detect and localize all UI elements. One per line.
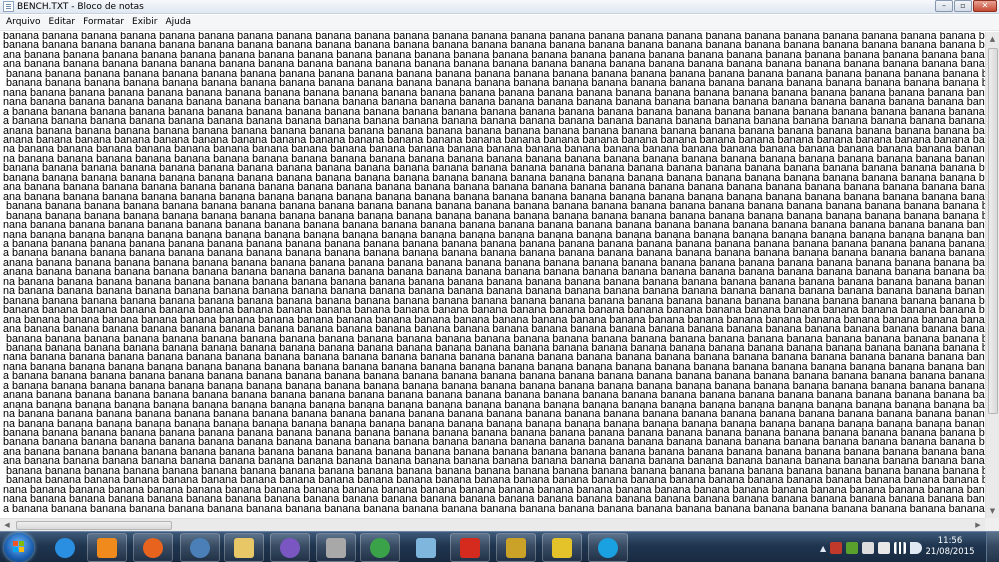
horizontal-scroll-thumb[interactable]: [16, 521, 172, 530]
maximize-button[interactable]: ▫: [954, 0, 972, 12]
taskbar-button-notepad[interactable]: [406, 533, 446, 562]
close-button[interactable]: ✕: [973, 0, 997, 12]
vertical-scrollbar[interactable]: ▲ ▼: [985, 32, 999, 518]
menu-formatar[interactable]: Formatar: [79, 15, 128, 30]
notepad-icon: [3, 1, 14, 12]
text-editor[interactable]: banana banana banana banana banana banan…: [0, 32, 985, 518]
title-bar-drag-area[interactable]: [144, 0, 934, 13]
notepad-icon: [416, 537, 436, 558]
window-title: BENCH.TXT - Bloco de notas: [17, 1, 144, 12]
editor-content[interactable]: banana banana banana banana banana banan…: [0, 32, 985, 514]
minimize-button[interactable]: –: [935, 0, 953, 12]
tray-security-icon[interactable]: [830, 542, 843, 554]
taskbar-button-skype[interactable]: [588, 533, 628, 562]
file-explorer-icon: [234, 537, 254, 558]
menu-ajuda[interactable]: Ajuda: [161, 15, 195, 30]
tray-keyboard-icon[interactable]: [878, 542, 891, 554]
taskbar-button-thunderbird[interactable]: [180, 533, 220, 562]
windows-logo-icon: [13, 541, 25, 553]
taskbar-button-file-explorer[interactable]: [224, 533, 264, 562]
thunderbird-icon: [190, 537, 210, 558]
app-t-icon: [552, 537, 572, 558]
show-desktop-button[interactable]: [986, 532, 999, 562]
scrollbar-corner: [985, 518, 999, 531]
taskbar: ▲ 11:56 21/08/2015: [0, 531, 999, 562]
firefox-icon: [143, 537, 163, 558]
tool-icon: [506, 537, 526, 558]
tray-update-icon[interactable]: [846, 542, 859, 554]
horizontal-scrollbar[interactable]: ◀ ▶: [0, 518, 985, 531]
title-bar: BENCH.TXT - Bloco de notas – ▫ ✕: [0, 0, 999, 14]
vertical-scroll-thumb[interactable]: [988, 48, 998, 414]
clock-time: 11:56: [937, 536, 963, 546]
taskbar-button-file-manager[interactable]: [316, 533, 356, 562]
acrobat-icon: [460, 537, 480, 558]
tray-expand-icon[interactable]: ▲: [820, 544, 826, 553]
taskbar-button-tool[interactable]: [496, 533, 536, 562]
network-icon[interactable]: [894, 542, 907, 554]
skype-icon: [598, 537, 618, 558]
taskbar-button-viber[interactable]: [270, 533, 310, 562]
file-manager-icon: [326, 537, 346, 558]
internet-explorer-icon: [55, 537, 75, 558]
taskbar-button-firefox[interactable]: [133, 533, 173, 562]
taskbar-button-chrome[interactable]: [360, 533, 400, 562]
clock-date: 21/08/2015: [925, 547, 975, 557]
taskbar-button-app-t[interactable]: [542, 533, 582, 562]
taskbar-button-acrobat[interactable]: [450, 533, 490, 562]
menu-exibir[interactable]: Exibir: [128, 15, 161, 30]
system-tray: ▲: [820, 540, 923, 556]
scroll-up-icon[interactable]: ▲: [986, 32, 999, 46]
clock[interactable]: 11:56 21/08/2015: [920, 536, 980, 558]
start-button[interactable]: [4, 533, 34, 562]
tray-flag-icon[interactable]: [862, 542, 875, 554]
media-player-icon: [97, 537, 117, 558]
menu-editar[interactable]: Editar: [44, 15, 79, 30]
scroll-down-icon[interactable]: ▼: [986, 504, 999, 518]
taskbar-button-internet-explorer[interactable]: [45, 533, 85, 562]
menu-arquivo[interactable]: Arquivo: [2, 15, 44, 30]
chrome-icon: [370, 537, 390, 558]
menu-bar: Arquivo Editar Formatar Exibir Ajuda: [0, 15, 999, 31]
taskbar-button-media-player[interactable]: [87, 533, 127, 562]
viber-icon: [280, 537, 300, 558]
